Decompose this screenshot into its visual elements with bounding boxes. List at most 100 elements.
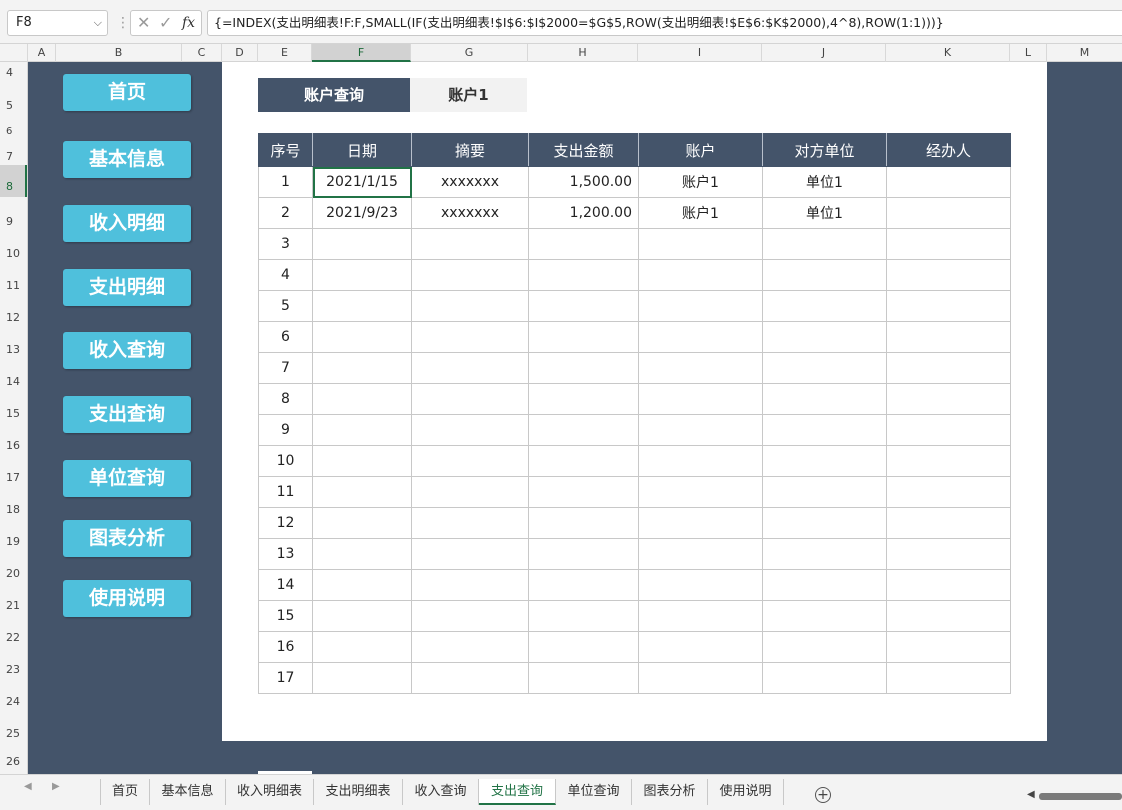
- cell-date[interactable]: [312, 538, 412, 570]
- row-header[interactable]: 11: [0, 270, 27, 302]
- row-header[interactable]: 6: [0, 127, 27, 137]
- row-header[interactable]: 16: [0, 430, 27, 462]
- nav-button-home[interactable]: 首页: [63, 74, 191, 111]
- cell-summary[interactable]: [411, 507, 529, 539]
- chevron-down-icon[interactable]: ⌵: [94, 11, 102, 35]
- name-box[interactable]: F8 ⌵: [7, 10, 108, 36]
- cell-counterparty[interactable]: [762, 259, 887, 291]
- cell-account[interactable]: 账户1: [638, 197, 763, 229]
- cell-date-selected[interactable]: 2021/1/15: [312, 166, 412, 198]
- cell-account[interactable]: [638, 321, 763, 353]
- cell-handler[interactable]: [886, 228, 1011, 260]
- cell-amount[interactable]: 1,200.00: [528, 197, 639, 229]
- cell-handler[interactable]: [886, 352, 1011, 384]
- cell-account[interactable]: [638, 445, 763, 477]
- col-header-k[interactable]: K: [886, 44, 1010, 62]
- more-options-icon[interactable]: ⋮: [116, 12, 130, 34]
- cell-summary[interactable]: [411, 259, 529, 291]
- add-sheet-icon[interactable]: +: [815, 787, 831, 803]
- scrollbar-thumb[interactable]: [1039, 793, 1122, 800]
- cell-summary[interactable]: [411, 321, 529, 353]
- row-header[interactable]: 25: [0, 718, 27, 750]
- col-header-c[interactable]: C: [182, 44, 222, 62]
- cell-summary[interactable]: xxxxxxx: [411, 197, 529, 229]
- cell-account[interactable]: [638, 631, 763, 663]
- cell-summary[interactable]: [411, 569, 529, 601]
- cell-date[interactable]: [312, 321, 412, 353]
- col-header-l[interactable]: L: [1010, 44, 1047, 62]
- cell-account[interactable]: [638, 290, 763, 322]
- cancel-icon[interactable]: ✕: [137, 11, 150, 35]
- cell-index[interactable]: 3: [258, 228, 313, 260]
- cell-date[interactable]: [312, 414, 412, 446]
- cell-handler[interactable]: [886, 166, 1011, 198]
- cell-counterparty[interactable]: [762, 290, 887, 322]
- cell-counterparty[interactable]: [762, 631, 887, 663]
- cell-counterparty[interactable]: [762, 352, 887, 384]
- nav-button-expense-query[interactable]: 支出查询: [63, 396, 191, 433]
- cell-counterparty[interactable]: [762, 321, 887, 353]
- cell-handler[interactable]: [886, 600, 1011, 632]
- col-header-j[interactable]: J: [762, 44, 886, 62]
- header-date[interactable]: 日期: [312, 133, 412, 167]
- col-header-a[interactable]: A: [28, 44, 56, 62]
- row-header[interactable]: 5: [0, 84, 27, 128]
- cell-date[interactable]: [312, 662, 412, 694]
- cell-summary[interactable]: [411, 414, 529, 446]
- cell-index[interactable]: 12: [258, 507, 313, 539]
- col-header-h[interactable]: H: [528, 44, 638, 62]
- cell-amount[interactable]: 1,500.00: [528, 166, 639, 198]
- next-sheet-icon[interactable]: ▶: [52, 781, 60, 792]
- cell-date[interactable]: [312, 352, 412, 384]
- cell-index[interactable]: 15: [258, 600, 313, 632]
- formula-input[interactable]: {=INDEX(支出明细表!F:F,SMALL(IF(支出明细表!$I$6:$I…: [207, 10, 1122, 36]
- row-header[interactable]: 21: [0, 590, 27, 622]
- cell-account[interactable]: [638, 569, 763, 601]
- row-header[interactable]: 15: [0, 398, 27, 430]
- cell-index[interactable]: 7: [258, 352, 313, 384]
- cell-handler[interactable]: [886, 507, 1011, 539]
- col-header-e[interactable]: E: [258, 44, 312, 62]
- cell-account[interactable]: [638, 476, 763, 508]
- cell-index[interactable]: 13: [258, 538, 313, 570]
- row-header[interactable]: 14: [0, 366, 27, 398]
- cell-summary[interactable]: [411, 631, 529, 663]
- cell-date[interactable]: [312, 631, 412, 663]
- cell-account[interactable]: [638, 259, 763, 291]
- row-header[interactable]: 23: [0, 654, 27, 686]
- sheet-tab-unit-query[interactable]: 单位查询: [556, 779, 632, 805]
- sheet-tab-chart-analysis[interactable]: 图表分析: [632, 779, 708, 805]
- sheet-tab-income-detail[interactable]: 收入明细表: [226, 779, 314, 805]
- select-all-corner[interactable]: [0, 44, 28, 62]
- prev-sheet-icon[interactable]: ◀: [24, 781, 32, 792]
- cell-index[interactable]: 14: [258, 569, 313, 601]
- cell-account[interactable]: [638, 383, 763, 415]
- cell-amount[interactable]: [528, 569, 639, 601]
- cell-counterparty[interactable]: [762, 538, 887, 570]
- row-header[interactable]: 17: [0, 462, 27, 494]
- col-header-b[interactable]: B: [56, 44, 182, 62]
- nav-button-chart-analysis[interactable]: 图表分析: [63, 520, 191, 557]
- cell-date[interactable]: [312, 259, 412, 291]
- cell-amount[interactable]: [528, 383, 639, 415]
- cell-date[interactable]: [312, 445, 412, 477]
- cell-handler[interactable]: [886, 259, 1011, 291]
- sheet-tab-expense-query[interactable]: 支出查询: [479, 779, 556, 805]
- account-select-cell[interactable]: 账户1: [410, 78, 527, 112]
- cell-summary[interactable]: [411, 290, 529, 322]
- cell-account[interactable]: [638, 228, 763, 260]
- cell-handler[interactable]: [886, 290, 1011, 322]
- cell-amount[interactable]: [528, 290, 639, 322]
- cell-counterparty[interactable]: [762, 600, 887, 632]
- cell-handler[interactable]: [886, 445, 1011, 477]
- row-header[interactable]: 4: [0, 62, 27, 84]
- cell-amount[interactable]: [528, 259, 639, 291]
- header-handler[interactable]: 经办人: [886, 133, 1011, 167]
- cell-summary[interactable]: [411, 228, 529, 260]
- cell-summary[interactable]: [411, 662, 529, 694]
- cell-handler[interactable]: [886, 321, 1011, 353]
- sheet-tab-instructions[interactable]: 使用说明: [708, 779, 784, 805]
- cell-index[interactable]: 8: [258, 383, 313, 415]
- cell-index[interactable]: 1: [258, 166, 313, 198]
- col-header-i[interactable]: I: [638, 44, 762, 62]
